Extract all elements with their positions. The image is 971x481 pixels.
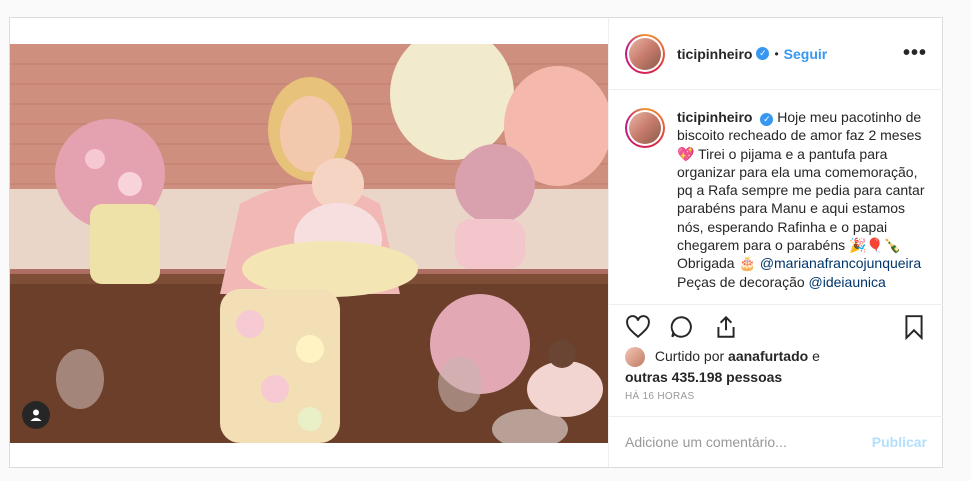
caption-body-2: Peças de decoração <box>677 273 805 290</box>
verified-badge-icon: ✓ <box>756 47 770 60</box>
post-photo[interactable] <box>10 44 608 443</box>
likes-conj: e <box>812 348 820 364</box>
likes-prefix: Curtido por <box>654 348 725 364</box>
header-username[interactable]: ticipinheiro <box>677 46 752 62</box>
like-heart-icon[interactable] <box>625 314 651 340</box>
mention-link[interactable]: @ideiaunica <box>809 274 886 290</box>
avatar[interactable] <box>625 33 665 74</box>
comment-input[interactable]: Adicione um comentário... <box>625 434 872 450</box>
user-tag-icon[interactable] <box>22 401 50 429</box>
caption-verified-icon: ✓ <box>760 112 774 126</box>
caption-username[interactable]: ticipinheiro <box>677 109 752 125</box>
liker-username[interactable]: aanafurtado <box>728 348 808 364</box>
post-card: ticipinheiro ✓ • Seguir ••• ticipinheiro… <box>9 17 943 468</box>
mention-link[interactable]: @marianafrancojunqueira <box>760 255 921 271</box>
post-sidebar: ticipinheiro ✓ • Seguir ••• ticipinheiro… <box>608 18 943 467</box>
more-options-icon[interactable]: ••• <box>903 42 927 65</box>
share-icon[interactable] <box>713 314 739 340</box>
comment-bubble-icon[interactable] <box>669 314 695 340</box>
post-header: ticipinheiro ✓ • Seguir ••• <box>609 18 943 90</box>
caption-avatar[interactable] <box>625 108 665 148</box>
bookmark-icon[interactable] <box>901 314 927 340</box>
separator-dot: • <box>774 46 779 61</box>
publish-button[interactable]: Publicar <box>872 434 927 450</box>
photo-illustration <box>10 44 608 443</box>
caption: ticipinheiro ✓ Hoje meu pacotinho de bis… <box>609 90 943 291</box>
caption-text: ticipinheiro ✓ Hoje meu pacotinho de bis… <box>677 108 929 291</box>
action-bar <box>609 304 943 348</box>
caption-body-1: Hoje meu pacotinho de biscoito recheado … <box>677 109 925 272</box>
comment-box: Adicione um comentário... Publicar <box>609 416 943 467</box>
liker-avatar[interactable] <box>625 347 645 368</box>
likes-count[interactable]: outras 435.198 pessoas <box>625 369 782 385</box>
likes-summary: Curtido por aanafurtado e outras 435.198… <box>625 346 935 387</box>
follow-button[interactable]: Seguir <box>784 46 828 62</box>
post-timestamp[interactable]: HÁ 16 HORAS <box>625 391 694 402</box>
